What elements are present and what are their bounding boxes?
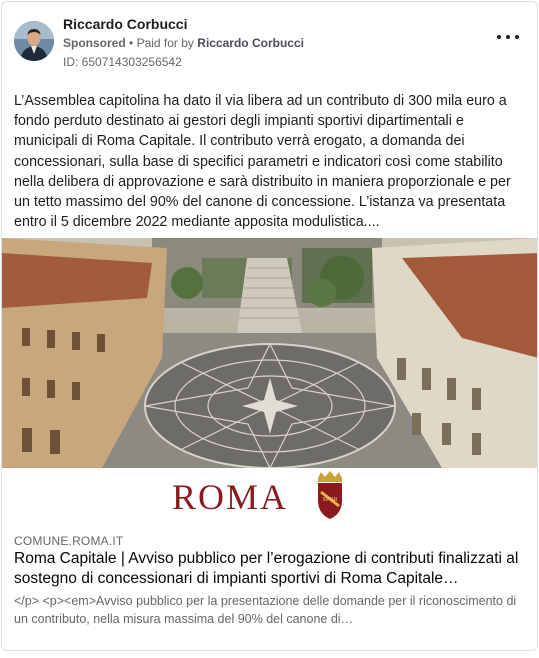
sponsored-line: Sponsored • Paid for by Riccardo Corbucc… xyxy=(63,36,304,50)
separator-dot: • xyxy=(129,36,134,50)
post-image[interactable] xyxy=(2,238,537,468)
post-body-text: L’Assemblea capitolina ha dato il via li… xyxy=(14,93,511,231)
link-domain: COMUNE.ROMA.IT xyxy=(14,534,124,548)
more-options-icon[interactable] xyxy=(497,32,519,42)
post-header: Riccardo Corbucci Sponsored • Paid for b… xyxy=(2,2,537,82)
payer-name[interactable]: Riccardo Corbucci xyxy=(197,36,304,50)
link-description: </p> <p><em>Avviso pubblico per la prese… xyxy=(14,594,517,626)
roma-logo-banner: ROMA SPQR xyxy=(2,468,537,526)
author-avatar[interactable] xyxy=(14,21,54,61)
sponsored-label: Sponsored xyxy=(63,36,126,50)
link-preview[interactable]: COMUNE.ROMA.IT Roma Capitale | Avviso pu… xyxy=(2,526,537,650)
roma-logo-text: ROMA xyxy=(172,477,289,517)
paid-for-prefix: Paid for by xyxy=(136,36,194,50)
link-title[interactable]: Roma Capitale | Avviso pubblico per l’er… xyxy=(14,549,529,589)
campidoglio-aerial-photo-icon xyxy=(2,238,537,468)
avatar-photo-icon xyxy=(14,21,54,61)
roma-crest-icon: SPQR xyxy=(318,471,342,519)
author-name[interactable]: Riccardo Corbucci xyxy=(63,16,187,32)
sponsored-post-card: Riccardo Corbucci Sponsored • Paid for b… xyxy=(1,1,538,651)
crest-lettering: SPQR xyxy=(322,497,337,503)
ad-id: ID: 650714303256542 xyxy=(63,55,182,69)
